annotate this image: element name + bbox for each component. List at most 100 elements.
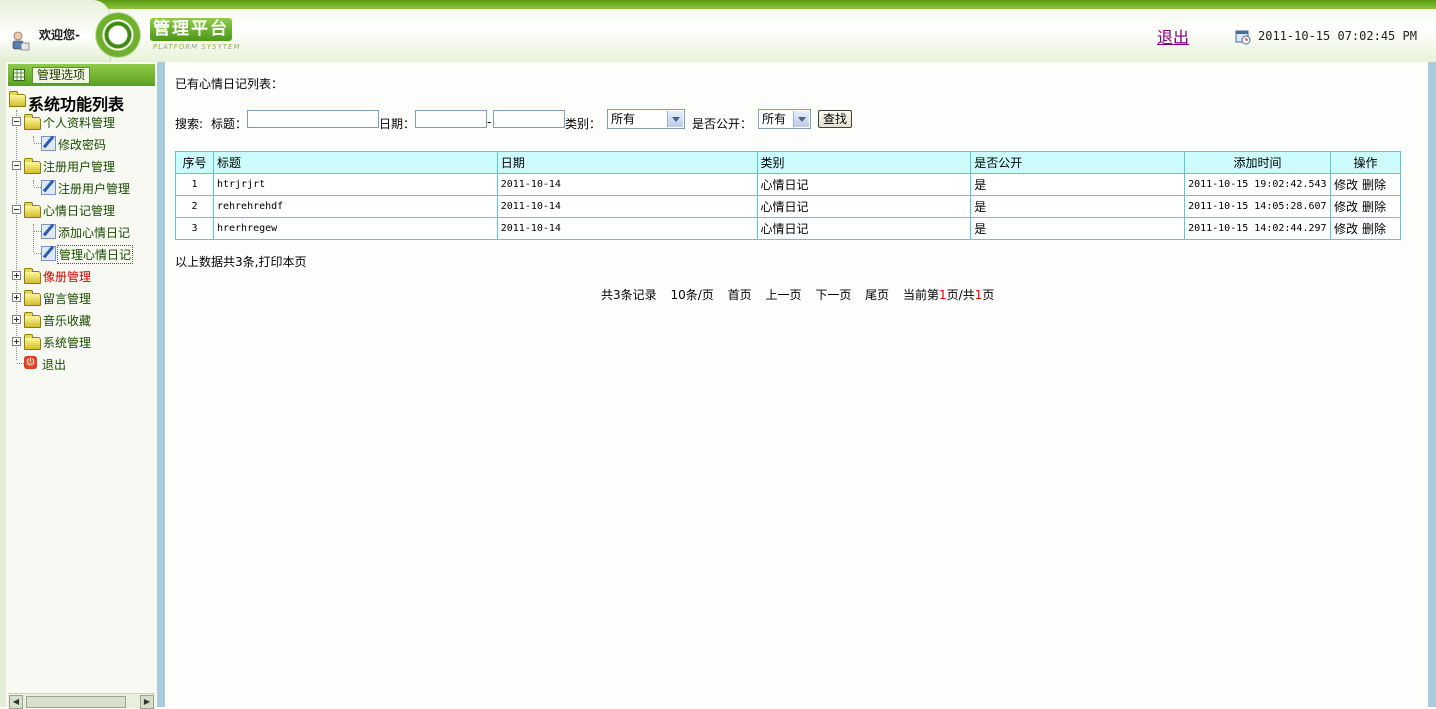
cell-actions: 修改 删除: [1329, 173, 1402, 196]
pager-last[interactable]: 尾页: [865, 288, 889, 302]
pager-mid: 页/共: [946, 288, 975, 302]
tree-group-personal[interactable]: 个人资料管理: [43, 114, 115, 131]
folder-open-icon: [24, 158, 41, 174]
cell-actions: 修改 删除: [1329, 195, 1402, 218]
date-label: 日期：: [379, 117, 416, 131]
search-label: 搜索:: [175, 117, 204, 131]
category-selected: 所有: [611, 112, 636, 126]
cell-public: 是: [970, 173, 1186, 196]
menu-options-bar: 管理选项: [8, 64, 155, 86]
cell-added: 2011-10-15 14:05:28.607: [1184, 195, 1331, 218]
platform-subtitle: PLATFORM SYSYTEM: [153, 43, 241, 51]
collapse-toggle[interactable]: [12, 117, 21, 126]
pager-total: 共3条记录: [601, 288, 657, 302]
calendar-clock-icon: [1235, 30, 1251, 45]
frame-right-edge: [1428, 62, 1436, 707]
tree-group-messages[interactable]: 留言管理: [43, 290, 91, 307]
table-header-row: 序号 标题 日期 类别 是否公开 添加时间 操作: [175, 151, 1402, 174]
cell-date: 2011-10-14: [496, 173, 758, 196]
tree-guide: [34, 143, 41, 144]
category-select[interactable]: 所有: [607, 109, 685, 129]
cell-public: 是: [970, 195, 1186, 218]
scroll-thumb[interactable]: [26, 696, 126, 708]
delete-link[interactable]: 删除: [1362, 200, 1386, 214]
tree-group-music[interactable]: 音乐收藏: [43, 312, 91, 329]
expand-toggle[interactable]: [12, 293, 21, 302]
tree-item-add-diary[interactable]: 添加心情日记: [58, 224, 130, 241]
tree-guide: [34, 253, 41, 254]
folder-icon: [24, 312, 41, 328]
delete-link[interactable]: 删除: [1362, 222, 1386, 236]
root-folder-icon: [9, 91, 26, 107]
platform-title: 管理平台: [150, 18, 232, 41]
welcome-text: 欢迎您-: [39, 28, 80, 42]
tree-guide: [34, 231, 41, 232]
folder-open-icon: [24, 114, 41, 130]
tree-guide: [33, 136, 34, 142]
collapse-toggle[interactable]: [12, 205, 21, 214]
tree-guide: [33, 180, 34, 186]
tree-group-album[interactable]: 像册管理: [43, 268, 91, 285]
collapse-toggle[interactable]: [12, 161, 21, 170]
tree-guide: [34, 187, 41, 188]
tree-item-change-password[interactable]: 修改密码: [58, 136, 106, 153]
tree-item-manage-diary[interactable]: 管理心情日记: [57, 245, 134, 264]
public-select[interactable]: 所有: [758, 109, 811, 129]
cell-date: 2011-10-14: [496, 217, 758, 240]
col-header-title: 标题: [212, 151, 498, 174]
chevron-down-icon[interactable]: [667, 111, 683, 127]
col-header-actions: 操作: [1329, 151, 1402, 174]
public-label: 是否公开：: [692, 117, 753, 131]
current-datetime: 2011-10-15 07:02:45 PM: [1258, 29, 1417, 43]
cell-category: 心情日记: [756, 173, 972, 196]
logout-link[interactable]: 退出: [1157, 24, 1189, 48]
top-header: 欢迎您- 管理平台 PLATFORM SYSYTEM 退出 2011-10-15…: [0, 0, 1436, 63]
tree-item-registered-users[interactable]: 注册用户管理: [58, 180, 130, 197]
tree-group-users[interactable]: 注册用户管理: [43, 158, 115, 175]
cell-added: 2011-10-15 14:02:44.297: [1184, 217, 1331, 240]
col-header-date: 日期: [496, 151, 758, 174]
platform-logo-icon: [96, 13, 140, 57]
public-selected: 所有: [762, 112, 787, 126]
cell-category: 心情日记: [756, 195, 972, 218]
menu-options-button[interactable]: 管理选项: [32, 67, 91, 84]
delete-link[interactable]: 删除: [1362, 178, 1386, 192]
tree-group-system[interactable]: 系统管理: [43, 334, 91, 351]
tree-group-diary[interactable]: 心情日记管理: [43, 202, 115, 219]
chevron-down-icon[interactable]: [793, 111, 809, 127]
cell-added: 2011-10-15 19:02:42.543: [1184, 173, 1331, 196]
frame-splitter[interactable]: [157, 62, 165, 707]
tree-guide: [33, 224, 34, 252]
edit-doc-icon: [41, 224, 56, 239]
list-heading: 已有心情日记列表：: [175, 77, 284, 91]
edit-link[interactable]: 修改: [1334, 222, 1358, 236]
folder-icon: [24, 334, 41, 350]
expand-toggle[interactable]: [12, 315, 21, 324]
cell-title: rehrehrehdf: [212, 195, 498, 218]
category-label: 类别：: [565, 117, 602, 131]
edit-doc-icon: [41, 246, 56, 261]
record-summary: 以上数据共3条,打印本页: [175, 255, 307, 269]
pager-next[interactable]: 下一页: [815, 288, 851, 302]
edit-doc-icon: [41, 136, 56, 151]
pager-current-page: 1: [939, 288, 947, 302]
folder-icon: [24, 290, 41, 306]
pager-prev[interactable]: 上一页: [765, 288, 801, 302]
date-to-input[interactable]: [493, 110, 565, 128]
title-input[interactable]: [247, 110, 379, 128]
tree-item-exit[interactable]: 退出: [42, 356, 66, 373]
edit-link[interactable]: 修改: [1334, 178, 1358, 192]
cell-actions: 修改 删除: [1329, 217, 1402, 240]
table-row: 2 rehrehrehdf 2011-10-14 心情日记 是 2011-10-…: [175, 195, 1402, 218]
col-header-added: 添加时间: [1184, 151, 1331, 174]
expand-toggle[interactable]: [12, 271, 21, 280]
title-label: 标题：: [211, 117, 248, 131]
folder-open-icon: [24, 202, 41, 218]
cell-title: hrerhregew: [212, 217, 498, 240]
search-button[interactable]: 查找: [818, 110, 853, 128]
edit-link[interactable]: 修改: [1334, 200, 1358, 214]
expand-toggle[interactable]: [12, 337, 21, 346]
pager-first[interactable]: 首页: [728, 288, 752, 302]
date-from-input[interactable]: [415, 110, 487, 128]
sidebar-horizontal-scrollbar[interactable]: ◀ ▶: [8, 693, 155, 709]
